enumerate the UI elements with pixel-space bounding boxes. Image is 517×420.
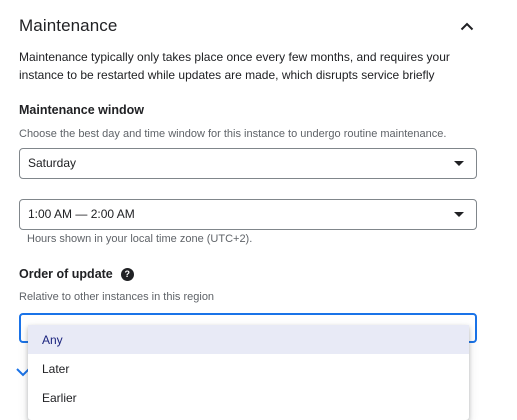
maintenance-day-select[interactable]: Saturday bbox=[19, 148, 477, 179]
maintenance-time-select[interactable]: 1:00 AM — 2:00 AM bbox=[19, 199, 477, 230]
menu-option-label: Any bbox=[42, 333, 63, 347]
menu-option-earlier[interactable]: Earlier bbox=[28, 383, 469, 412]
menu-option-label: Earlier bbox=[42, 391, 77, 405]
section-description: Maintenance typically only takes place o… bbox=[19, 50, 450, 82]
collapse-button[interactable] bbox=[455, 14, 479, 38]
chevron-up-icon bbox=[460, 22, 474, 30]
section-title: Maintenance bbox=[19, 16, 118, 35]
order-of-update-label: Order of update bbox=[19, 267, 113, 281]
dropdown-arrow-icon bbox=[454, 212, 464, 217]
maintenance-section-header: Maintenance bbox=[19, 14, 479, 40]
order-of-update-row: Order of update ? bbox=[19, 266, 134, 282]
order-of-update-dropdown-menu: Any Later Earlier bbox=[28, 325, 469, 420]
maintenance-window-label: Maintenance window bbox=[19, 103, 145, 117]
menu-option-label: Later bbox=[42, 362, 70, 376]
dropdown-arrow-icon bbox=[454, 161, 464, 166]
order-of-update-help: Relative to other instances in this regi… bbox=[19, 291, 215, 303]
help-icon[interactable]: ? bbox=[120, 267, 134, 281]
menu-option-later[interactable]: Later bbox=[28, 354, 469, 383]
maintenance-day-value: Saturday bbox=[28, 156, 77, 170]
time-zone-hint: Hours shown in your local time zone (UTC… bbox=[27, 233, 253, 245]
maintenance-window-help: Choose the best day and time window for … bbox=[19, 128, 447, 140]
menu-option-any[interactable]: Any bbox=[28, 325, 469, 354]
maintenance-time-value: 1:00 AM — 2:00 AM bbox=[28, 207, 135, 221]
